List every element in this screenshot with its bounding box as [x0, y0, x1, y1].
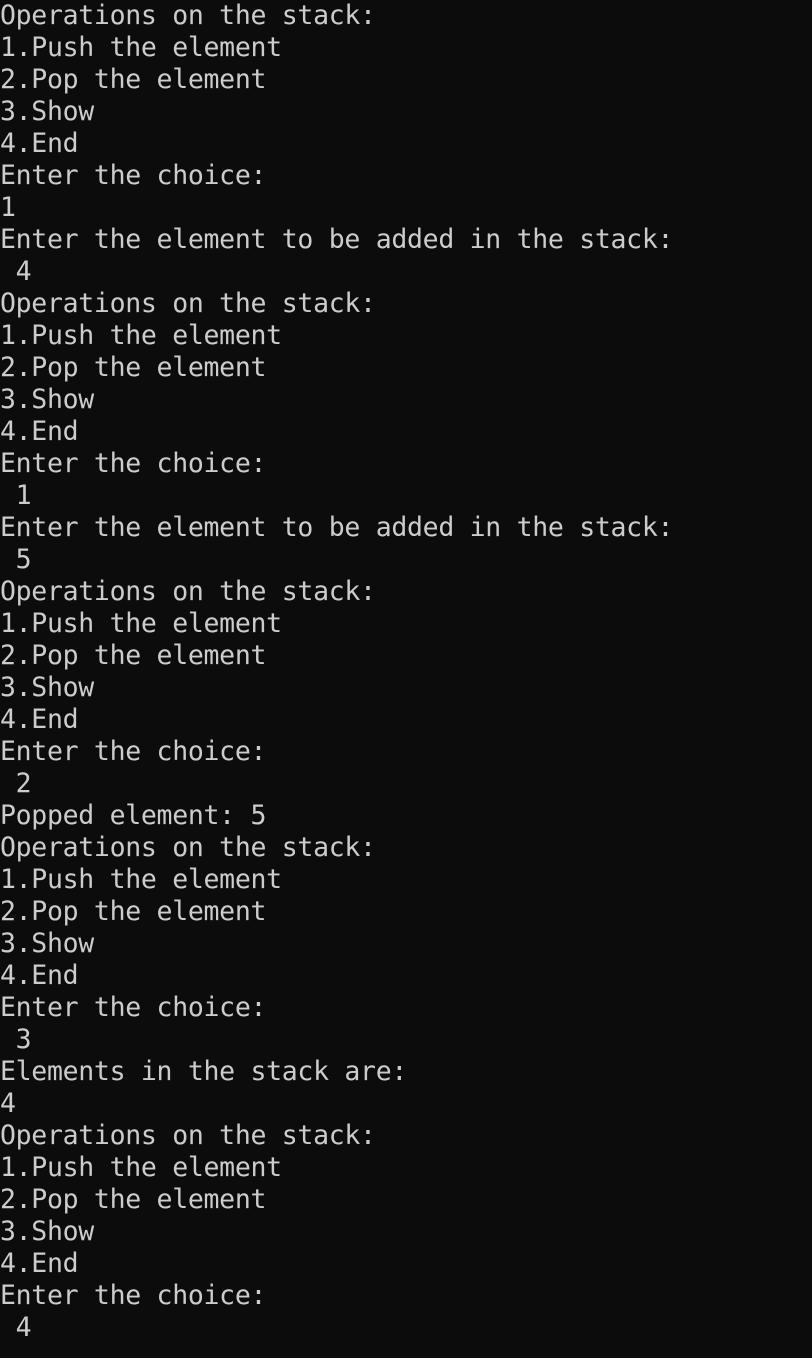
console-line: Operations on the stack: [0, 1120, 376, 1151]
console-line: Enter the choice: [0, 992, 267, 1023]
console-line: 1.Push the element [0, 1152, 282, 1183]
console-line: Operations on the stack: [0, 832, 376, 863]
console-line: 3.Show [0, 1216, 94, 1247]
console-line: 2.Pop the element [0, 896, 267, 927]
console-line: Operations on the stack: [0, 0, 376, 31]
console-line: 4 [0, 1088, 16, 1119]
console-line: Enter the element to be added in the sta… [0, 224, 674, 255]
console-line: 3 [0, 1024, 32, 1055]
console-line: 3.Show [0, 96, 94, 127]
console-line: Operations on the stack: [0, 576, 376, 607]
console-line: 1.Push the element [0, 608, 282, 639]
console-line: 1 [0, 192, 16, 223]
console-line: 1 [0, 480, 32, 511]
console-line: 4 [0, 256, 32, 287]
console-line: 3.Show [0, 384, 94, 415]
console-line: 1.Push the element [0, 864, 282, 895]
console-line: 3.Show [0, 928, 94, 959]
console-line: Popped element: 5 [0, 800, 267, 831]
terminal-output[interactable]: Operations on the stack: 1.Push the elem… [0, 0, 812, 1358]
console-line: 4.End [0, 704, 79, 735]
console-line: 4.End [0, 960, 79, 991]
console-line: Enter the element to be added in the sta… [0, 512, 674, 543]
console-line: 2.Pop the element [0, 1184, 267, 1215]
console-line: Enter the choice: [0, 160, 267, 191]
console-line: 1.Push the element [0, 32, 282, 63]
console-line: 4 [0, 1312, 32, 1343]
console-line: Enter the choice: [0, 1280, 267, 1311]
console-line: Enter the choice: [0, 448, 267, 479]
console-line: 4.End [0, 128, 79, 159]
console-line: Operations on the stack: [0, 288, 376, 319]
console-line: 1.Push the element [0, 320, 282, 351]
console-line: 2 [0, 768, 32, 799]
console-line: 2.Pop the element [0, 640, 267, 671]
console-line: 4.End [0, 416, 79, 447]
console-line: Enter the choice: [0, 736, 267, 767]
console-line: Elements in the stack are: [0, 1056, 408, 1087]
console-line: 4.End [0, 1248, 79, 1279]
console-line: 3.Show [0, 672, 94, 703]
console-line: 2.Pop the element [0, 64, 267, 95]
console-line: 2.Pop the element [0, 352, 267, 383]
console-line: 5 [0, 544, 32, 575]
